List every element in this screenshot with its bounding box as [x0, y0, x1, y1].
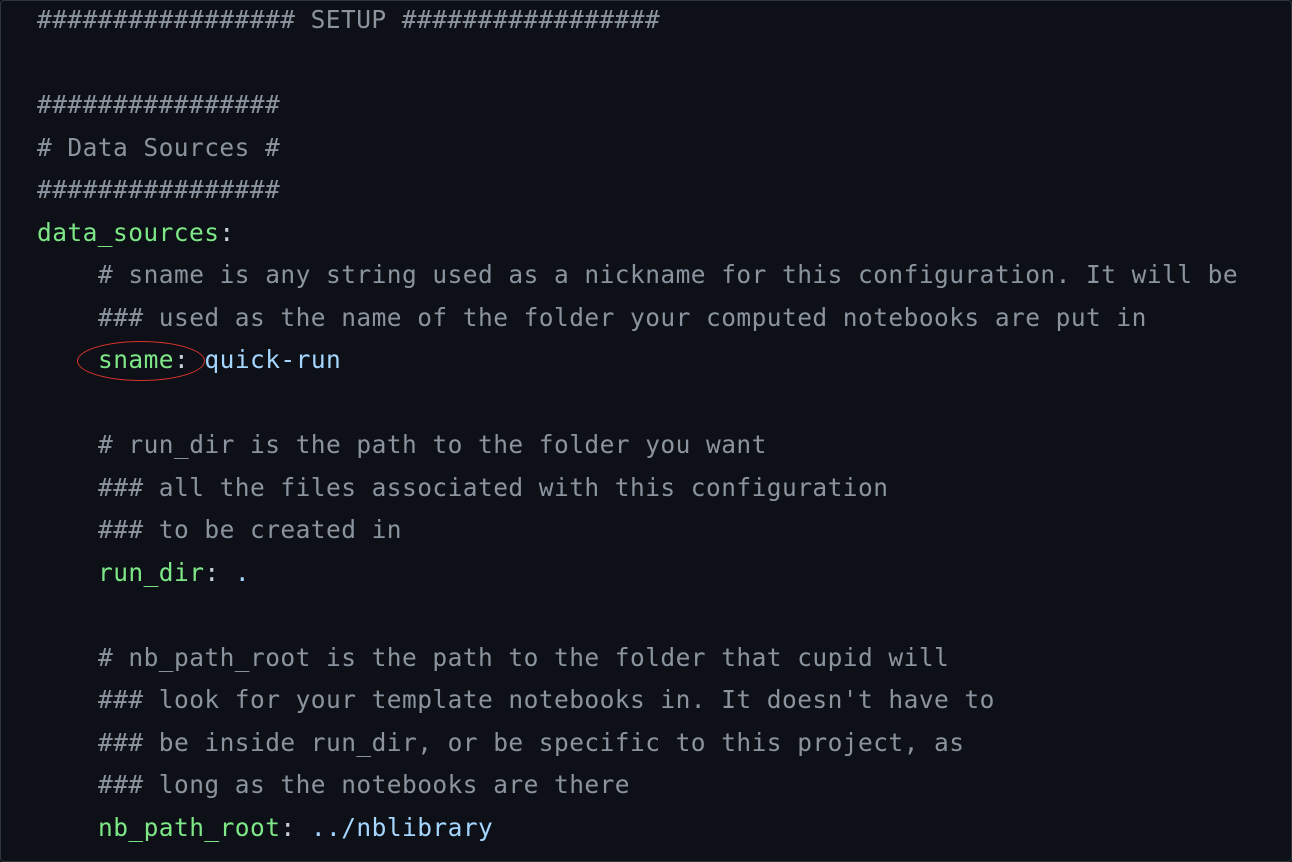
sname-line: sname: quick-run: [37, 345, 341, 375]
comment-line: ### all the files associated with this c…: [37, 473, 888, 503]
nb-path-root-comment-4: ### long as the notebooks are there: [98, 770, 631, 799]
comment-line: # run_dir is the path to the folder you …: [37, 430, 767, 460]
code-viewer: ################# SETUP ################…: [0, 0, 1292, 862]
nb-path-root-comment-2: ### look for your template notebooks in.…: [98, 685, 995, 714]
comment-line: ### to be created in: [37, 515, 402, 545]
yaml-value-nb-path-root: ../nblibrary: [310, 813, 494, 842]
comment-line: ### used as the name of the folder your …: [37, 303, 1147, 333]
comment-line: ### be inside run_dir, or be specific to…: [37, 728, 964, 758]
comment-line: ################: [37, 90, 281, 119]
run-dir-comment-3: ### to be created in: [98, 515, 403, 544]
data-sources-heading-comment: # Data Sources #: [37, 133, 281, 162]
nb-path-root-comment-3: ### be inside run_dir, or be specific to…: [98, 728, 965, 757]
yaml-value-run-dir: .: [234, 558, 251, 587]
yaml-key-run-dir: run_dir: [98, 558, 205, 587]
run-dir-comment-2: ### all the files associated with this c…: [98, 473, 889, 502]
run-dir-comment: # run_dir is the path to the folder you …: [98, 430, 767, 459]
colon: :: [280, 813, 296, 842]
colon: :: [174, 345, 190, 374]
setup-header-comment: ################# SETUP ################…: [37, 5, 661, 34]
comment-line: ### long as the notebooks are there: [37, 770, 630, 800]
yaml-key-sname: sname: [98, 345, 175, 374]
yaml-value-sname: quick-run: [204, 345, 342, 374]
comment-line: # nb_path_root is the path to the folder…: [37, 643, 949, 673]
nb-path-root-comment: # nb_path_root is the path to the folder…: [98, 643, 950, 672]
colon: :: [219, 218, 235, 247]
data-sources-key-line: data_sources:: [37, 218, 235, 248]
comment-line: ### look for your template notebooks in.…: [37, 685, 995, 715]
sname-comment-2: ### used as the name of the folder your …: [98, 303, 1147, 332]
yaml-key-nb-path-root: nb_path_root: [98, 813, 281, 842]
nb-path-root-line: nb_path_root: ../nblibrary: [37, 813, 493, 843]
run-dir-line: run_dir: .: [37, 558, 250, 588]
comment-line: ################: [37, 175, 281, 204]
comment-line: # sname is any string used as a nickname…: [37, 260, 1238, 290]
colon: :: [204, 558, 220, 587]
yaml-key: data_sources: [37, 218, 220, 247]
sname-comment: # sname is any string used as a nickname…: [98, 260, 1239, 289]
